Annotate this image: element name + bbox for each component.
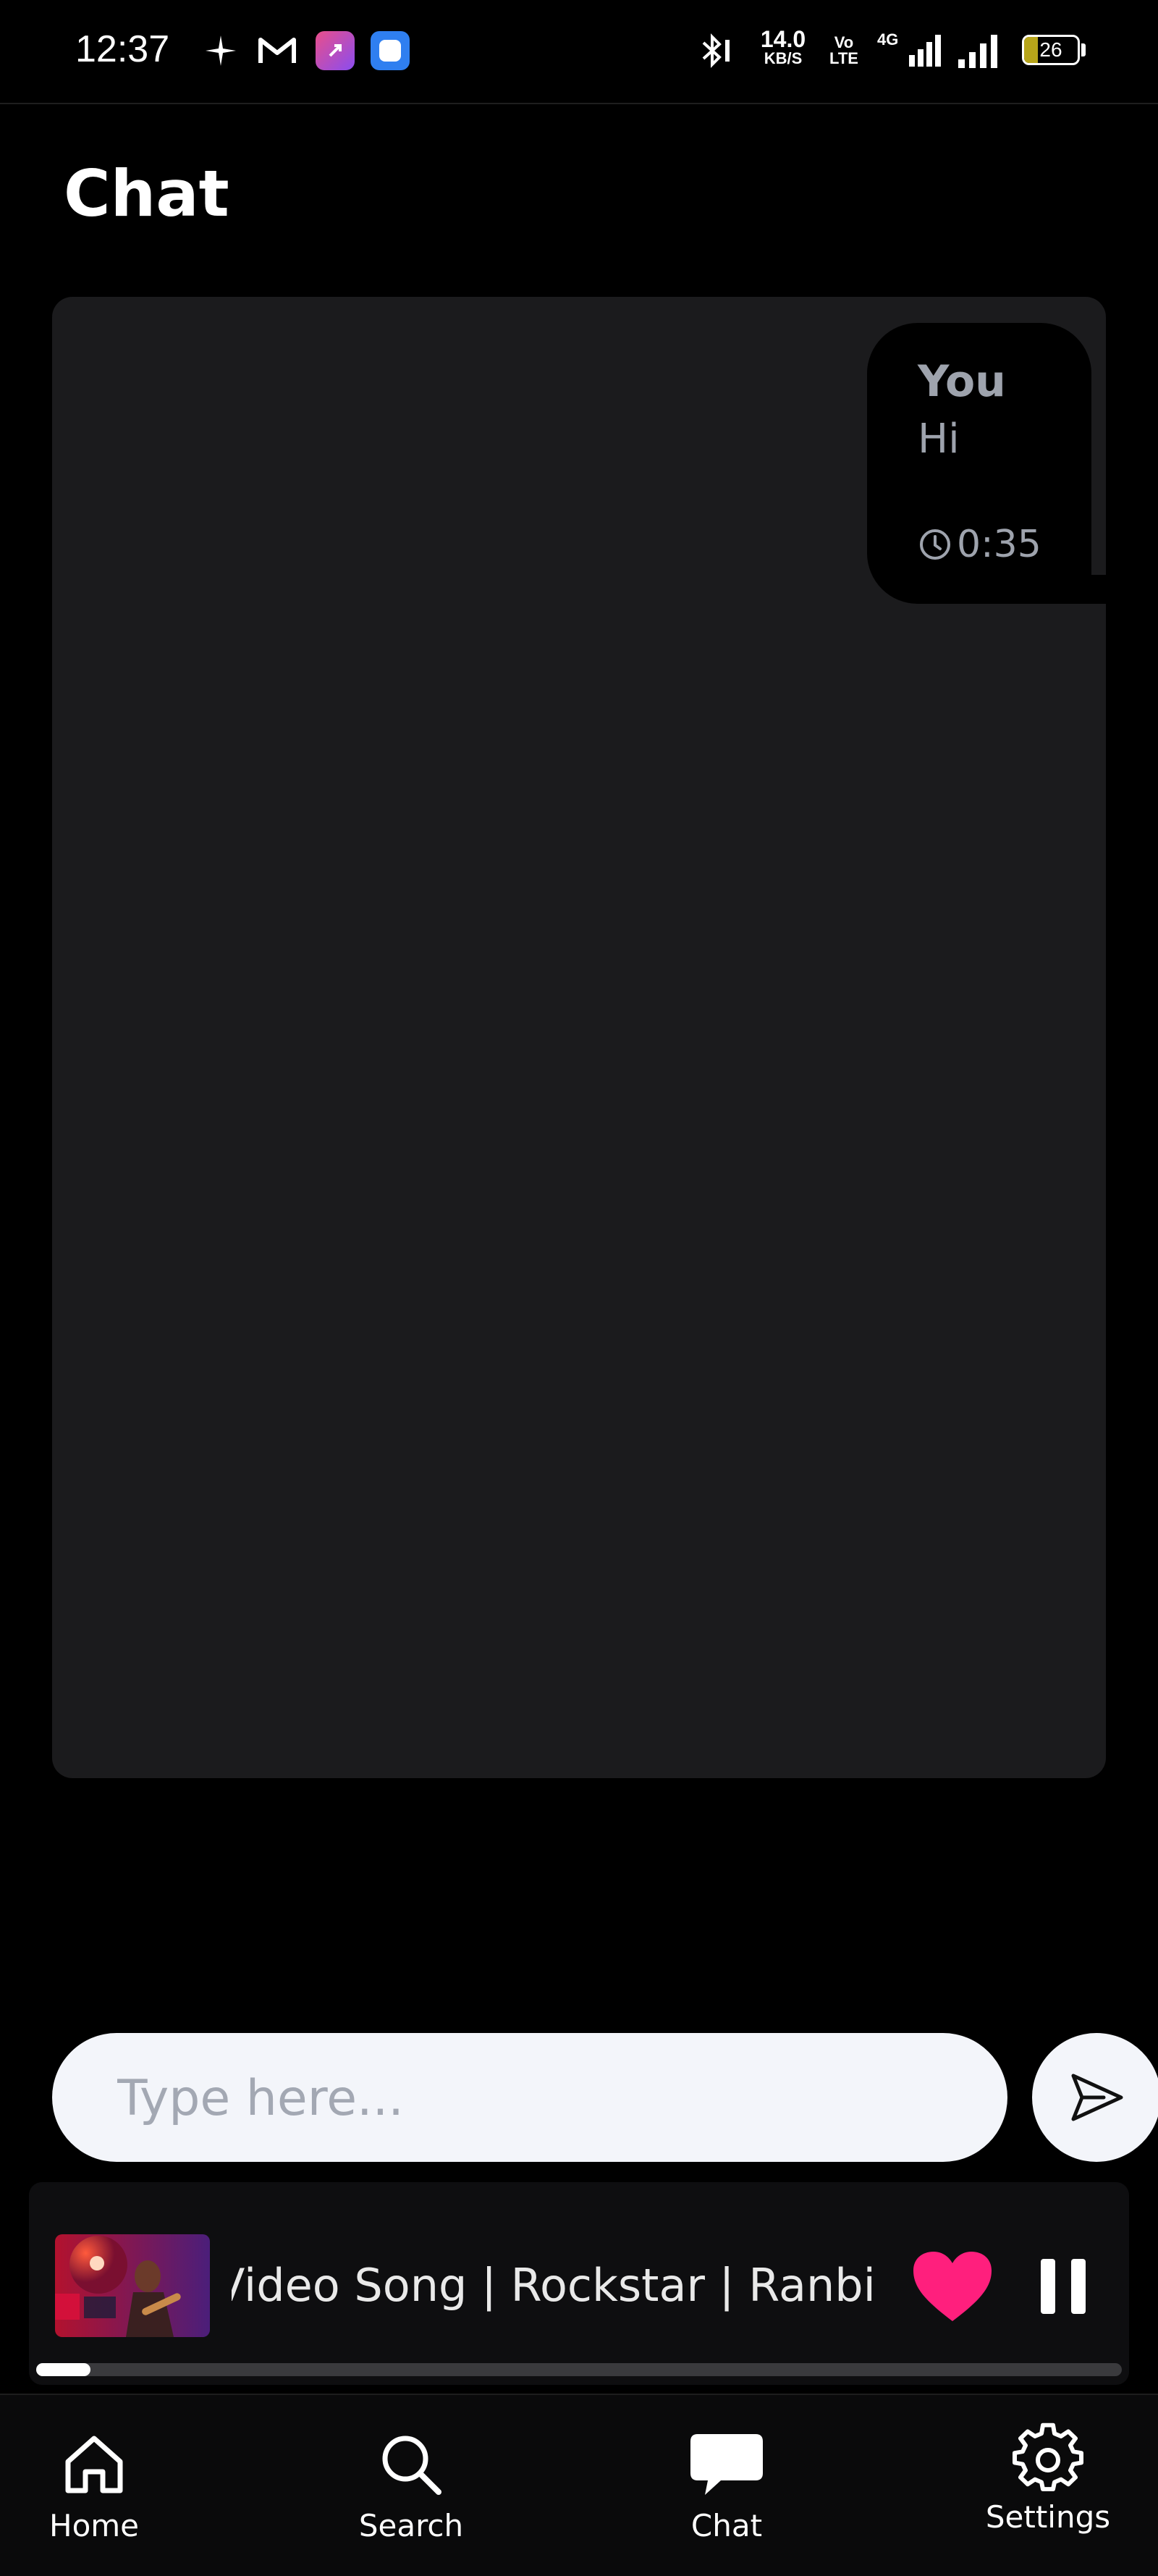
gear-icon [1013,2423,1083,2491]
message-input[interactable] [116,2033,973,2163]
playback-progress-fill [36,2363,90,2376]
message-bubble-tail [1086,575,1107,604]
status-bar: 12:37 14.0 KB/S Vo LTE 4G 26 [0,0,1158,104]
nav-settings-label: Settings [985,2499,1111,2535]
message-sender: You [918,356,1006,407]
gmail-icon [258,29,297,72]
message-bubble[interactable]: You Hi 0:35 [867,323,1091,604]
mini-player[interactable]: Video Song | Rockstar | Ranbi [29,2182,1129,2385]
playback-progress[interactable] [36,2363,1122,2376]
album-art[interactable] [55,2234,210,2337]
nav-chat[interactable]: Chat [654,2430,799,2543]
chat-bubble-icon [690,2434,763,2495]
message-text: Hi [918,416,960,463]
message-time: 0:35 [918,523,1041,566]
network-speed: 14.0 KB/S [760,26,806,67]
pause-button[interactable] [1034,2249,1093,2324]
pause-icon [1041,2259,1086,2314]
search-icon [382,2436,441,2495]
status-clock: 12:37 [75,28,170,70]
bottom-navigation: Home Search Chat Settings [0,2394,1158,2576]
sparkle-icon [204,29,237,72]
send-icon [1071,2074,1123,2121]
battery-indicator: 26 [1022,35,1080,65]
bluetooth-icon [698,29,735,72]
nav-search-label: Search [358,2508,464,2543]
page-title: Chat [64,156,229,231]
message-input-container[interactable] [52,2033,1007,2163]
signal-icon [955,29,1003,72]
send-button[interactable] [1032,2033,1158,2162]
heart-icon [913,2252,992,2321]
nav-home[interactable]: Home [22,2430,166,2543]
home-icon [65,2436,123,2493]
battery-tip [1081,43,1086,56]
nav-home-label: Home [48,2508,140,2543]
like-button[interactable] [909,2247,996,2327]
signal-icon: 4G [877,29,942,72]
nav-chat-label: Chat [690,2508,763,2543]
chat-messages-panel[interactable]: You Hi 0:35 [52,297,1106,1778]
nav-settings[interactable]: Settings [976,2423,1120,2535]
app-badge-pink-icon [316,29,355,72]
volte-label: Vo LTE [829,33,858,67]
nav-search[interactable]: Search [339,2430,483,2543]
app-badge-blue-icon [371,29,410,72]
message-time-text: 0:35 [957,523,1041,566]
song-title[interactable]: Video Song | Rockstar | Ranbi [232,2259,906,2324]
clock-icon [920,529,950,560]
